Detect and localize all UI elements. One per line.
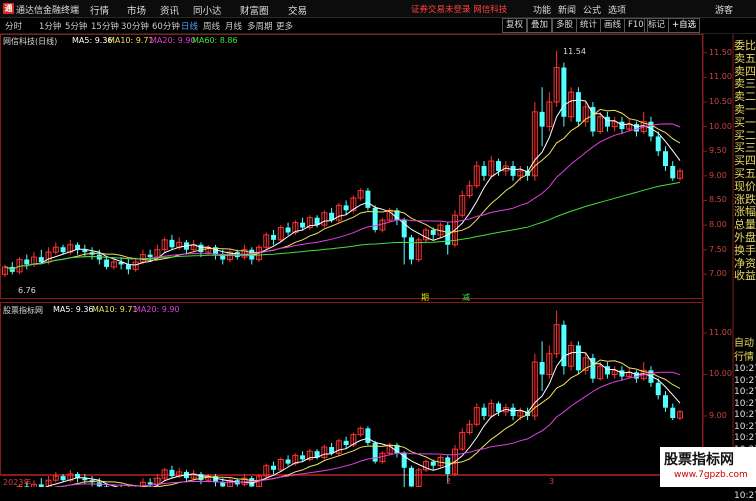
chart-area[interactable] xyxy=(0,0,756,487)
x-label-year: 2023年 xyxy=(3,478,32,487)
main-candle-down xyxy=(60,247,66,253)
indicator-candle-down xyxy=(285,459,291,464)
main-candle-down xyxy=(670,166,676,179)
main-candle-down xyxy=(24,259,30,265)
indicator-candle-down xyxy=(271,465,277,470)
ma10-label: MA10: 9.71 xyxy=(108,36,154,45)
auto-refresh-label[interactable]: 自动 xyxy=(734,334,754,349)
main-y-tick-label: 9.50 xyxy=(709,146,727,156)
event-marker-2[interactable]: 减 xyxy=(462,292,470,303)
tick-time: 10:27 xyxy=(734,421,756,432)
main-candle-down xyxy=(561,67,567,117)
main-candle-down xyxy=(147,254,153,258)
tick-time: 10:27 xyxy=(734,433,756,443)
indicator-candle-down xyxy=(481,407,487,416)
ind-y-tick-label: 11.00 xyxy=(709,328,732,338)
indicator-candle-down xyxy=(300,455,306,460)
main-candle-down xyxy=(662,151,668,166)
main-candle-down xyxy=(285,227,291,233)
indicator-candle-down xyxy=(539,362,545,375)
tick-time: 10:27 xyxy=(734,410,756,420)
quote-field-label: 收益 xyxy=(734,269,756,283)
main-candle-down xyxy=(604,116,610,127)
x-label-dec: 12 xyxy=(152,477,163,486)
main-candle-down xyxy=(539,111,545,127)
indicator-candle-down xyxy=(220,482,226,487)
main-candle-down xyxy=(575,92,581,122)
main-chart-frame xyxy=(0,34,703,299)
indicator-candle-down xyxy=(60,476,66,481)
main-candle-down xyxy=(104,259,110,267)
indicator-candle-down xyxy=(365,428,371,443)
main-candle-down xyxy=(372,207,378,230)
main-candle-down xyxy=(125,264,131,270)
main-y-tick-label: 11.00 xyxy=(709,72,732,82)
stock-name: 网信科技(日线) xyxy=(3,37,58,46)
main-y-tick-label: 8.50 xyxy=(709,195,727,205)
main-candle-down xyxy=(496,161,502,171)
indicator-candle-down xyxy=(430,461,436,466)
main-y-tick-label: 8.00 xyxy=(709,220,727,230)
peak-price-label: 11.54 xyxy=(563,47,586,56)
main-y-tick-label: 7.00 xyxy=(709,269,727,279)
main-candle-down xyxy=(300,222,306,228)
main-candle-down xyxy=(481,166,487,176)
indicator-candle-down xyxy=(670,407,676,419)
main-y-tick-label: 10.50 xyxy=(709,97,732,106)
indicator-name: 股票指标网 xyxy=(3,306,43,315)
main-candle-down xyxy=(38,257,44,262)
main-candle-down xyxy=(343,205,349,211)
tick-time: 10:27 xyxy=(734,490,756,501)
ma60-label: MA60: 8.86 xyxy=(192,36,238,45)
x-label-feb: 2 xyxy=(446,477,452,486)
indicator-candle-down xyxy=(655,382,661,396)
main-candle-down xyxy=(430,230,436,235)
indicator-candle-down xyxy=(510,407,516,416)
main-y-tick-label: 7.50 xyxy=(709,244,727,254)
main-candle-down xyxy=(271,234,277,240)
main-y-tick-label: 11.50 xyxy=(709,47,732,57)
quote-label[interactable]: 行情 xyxy=(734,348,754,363)
main-candle-down xyxy=(169,239,175,248)
main-y-tick-label: 9.00 xyxy=(709,170,727,180)
watermark-title: 股票指标网 xyxy=(664,452,734,468)
ind-y-tick-label: 9.00 xyxy=(709,410,727,420)
indicator-candle-down xyxy=(169,469,175,477)
indicator-candle-down xyxy=(408,467,414,487)
ma5-label: MA5: 9.36 xyxy=(72,36,113,45)
indicator-candle-down xyxy=(496,403,502,412)
main-candle-down xyxy=(408,237,414,260)
tick-time: 10:27 xyxy=(734,398,756,409)
ma10-line xyxy=(4,108,681,270)
tick-time: 10:27 xyxy=(734,364,756,374)
event-marker-1[interactable]: 期 xyxy=(421,292,429,303)
main-candle-down xyxy=(633,124,639,132)
ind-ma20-label: MA20: 9.90 xyxy=(134,305,180,314)
indicator-candle-down xyxy=(633,372,639,379)
low-price-label: 6.76 xyxy=(18,286,36,295)
x-label-mar: 3 xyxy=(549,477,555,486)
indicator-candle-down xyxy=(198,474,204,481)
indicator-candle-down xyxy=(604,366,610,375)
main-candle-down xyxy=(655,136,661,152)
ind-ma10-label: MA10: 9.71 xyxy=(92,305,138,314)
tick-time: 10:27 xyxy=(734,387,756,397)
tick-time: 10:27 xyxy=(734,375,756,386)
ind-ma20-line xyxy=(53,371,681,487)
main-y-tick-label: 10.00 xyxy=(709,121,732,131)
main-candle-down xyxy=(510,166,516,176)
main-candle-down xyxy=(198,244,204,253)
indicator-candle-down xyxy=(343,440,349,445)
ind-ma5-label: MA5: 9.36 xyxy=(53,305,94,314)
ind-ma10-line xyxy=(53,359,681,487)
indicator-candle-down xyxy=(561,324,567,367)
indicator-candle-down xyxy=(575,345,581,371)
ma20-label: MA20: 9.90 xyxy=(150,36,196,45)
watermark-url: www.7gpzb.com xyxy=(674,470,748,480)
ind-y-tick-label: 10.00 xyxy=(709,369,732,379)
indicator-candle-down xyxy=(662,395,668,408)
main-candle-down xyxy=(365,190,371,208)
